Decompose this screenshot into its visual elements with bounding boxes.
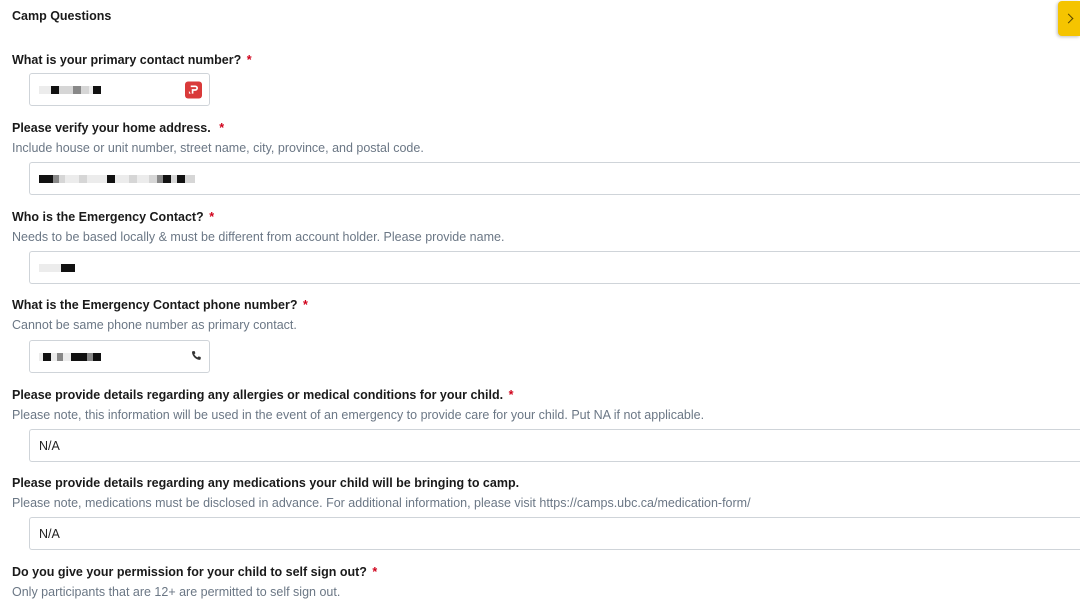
help-text-emergency-contact: Needs to be based locally & must be diff… [12, 230, 505, 244]
camp-questions-form: Camp Questions What is your primary cont… [0, 0, 1080, 599]
required-marker: * [372, 565, 378, 579]
redacted-value [39, 84, 101, 96]
allergies-input[interactable] [29, 429, 1080, 462]
required-marker: * [219, 121, 225, 135]
side-panel-toggle[interactable] [1058, 1, 1080, 36]
question-label-allergies: Please provide details regarding any all… [12, 388, 514, 402]
help-text-self-sign-out: Only participants that are 12+ are permi… [12, 585, 341, 599]
medications-text[interactable] [39, 526, 1080, 541]
required-marker: * [209, 210, 215, 224]
home-address-input[interactable] [29, 162, 1080, 195]
emergency-contact-input[interactable] [29, 251, 1080, 284]
required-marker: * [302, 298, 308, 312]
required-marker: * [508, 388, 514, 402]
help-text-emergency-phone: Cannot be same phone number as primary c… [12, 318, 297, 332]
question-label-emergency-contact: Who is the Emergency Contact? * [12, 210, 215, 224]
question-label-medications: Please provide details regarding any med… [12, 476, 520, 490]
required-marker: * [246, 53, 252, 67]
question-label-primary-contact: What is your primary contact number? * [12, 53, 252, 67]
phone-icon [191, 350, 202, 364]
medications-input[interactable] [29, 517, 1080, 550]
question-label-emergency-phone: What is the Emergency Contact phone numb… [12, 298, 308, 312]
redacted-value [39, 173, 195, 185]
allergies-text[interactable] [39, 438, 1080, 453]
help-text-medications: Please note, medications must be disclos… [12, 496, 751, 510]
help-text-allergies: Please note, this information will be us… [12, 408, 705, 422]
primary-contact-input[interactable] [29, 73, 210, 106]
emergency-phone-input[interactable] [29, 340, 210, 373]
chevron-right-icon [1063, 13, 1073, 24]
section-title: Camp Questions [12, 9, 112, 23]
autofill-extension-icon[interactable] [185, 81, 202, 98]
question-label-home-address: Please verify your home address. * [12, 121, 225, 135]
redacted-value [39, 262, 75, 274]
redacted-value [39, 351, 101, 363]
question-label-self-sign-out: Do you give your permission for your chi… [12, 565, 378, 579]
help-text-home-address: Include house or unit number, street nam… [12, 141, 424, 155]
